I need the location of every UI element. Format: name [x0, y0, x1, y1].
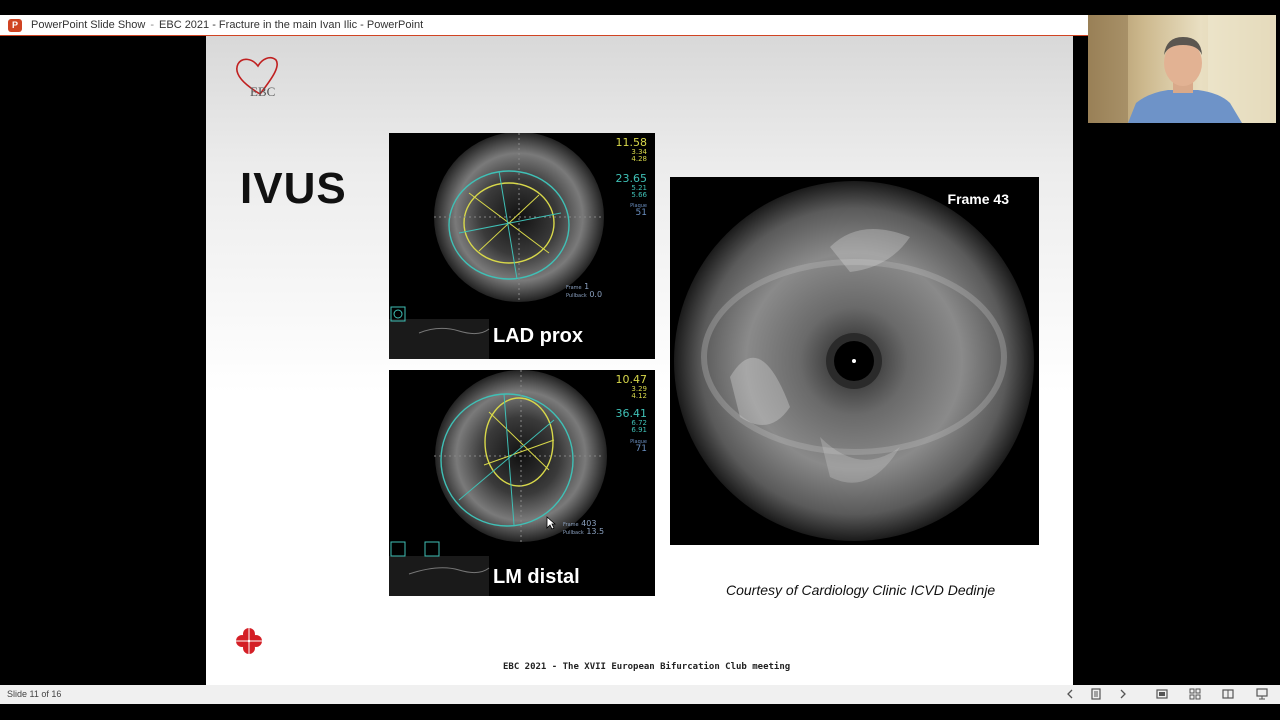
vessel-max-diameter: 5.66 — [631, 190, 647, 199]
plaque-value: 51 — [635, 208, 647, 219]
panel-label-lad-prox: LAD prox — [493, 325, 583, 347]
slide-footer: EBC 2021 - The XVII European Bifurcation… — [503, 662, 791, 672]
courtesy-caption: Courtesy of Cardiology Clinic ICVD Dedin… — [726, 582, 996, 598]
frame-label: Frame — [566, 285, 582, 291]
lumen-max-diameter: 4.12 — [631, 391, 647, 400]
lumen-max-diameter: 4.28 — [631, 154, 647, 163]
ivus-image-large — [674, 181, 1034, 541]
pullback-label: Pullback — [566, 293, 587, 300]
slide-canvas: EBC IVUS 11.58 3.34 4.28 23.65 5.21 5.66… — [206, 36, 1073, 685]
lumen-measurements: 11.58 3.34 4.28 — [616, 137, 648, 163]
normal-view-icon[interactable] — [1155, 687, 1169, 701]
pullback-label: Pullback — [563, 530, 584, 537]
plaque-burden: Plaque 51 — [630, 203, 647, 219]
slide-sorter-icon[interactable] — [1188, 687, 1202, 701]
lumen-area: 11.58 — [615, 136, 648, 149]
pullback-value: 0.0 — [589, 290, 603, 300]
ivus-panel-large: Frame 43 — [670, 177, 1039, 545]
plaque-burden: Plaque 71 — [630, 439, 647, 455]
webcam-video — [1088, 15, 1276, 123]
powerpoint-icon: P — [8, 19, 22, 32]
slide-counter: Slide 11 of 16 — [7, 689, 62, 699]
vessel-max-diameter: 6.91 — [631, 425, 647, 434]
app-name: PowerPoint Slide Show — [31, 19, 146, 31]
notes-icon[interactable] — [1089, 687, 1103, 701]
next-slide-icon[interactable] — [1116, 687, 1130, 701]
frame-info: Frame 1 Pullback 0.0 — [566, 282, 603, 300]
ebc-logo-text: EBC — [250, 84, 275, 99]
frame-label: Frame — [563, 522, 579, 528]
vessel-area: 23.65 — [615, 172, 648, 185]
lumen-area: 10.47 — [615, 373, 648, 386]
window-title: PowerPoint Slide Show - EBC 2021 - Fractur… — [31, 19, 423, 31]
title-separator: - — [150, 19, 155, 31]
pullback-value: 13.5 — [586, 527, 605, 537]
ebc-logo: EBC — [236, 57, 278, 99]
doc-title: EBC 2021 - Fracture in the main Ivan Ili… — [159, 19, 424, 31]
ivus-panel-lad-prox: 11.58 3.34 4.28 23.65 5.21 5.66 Plaque 5… — [389, 133, 655, 359]
frame-info: Frame 403 Pullback 13.5 — [563, 519, 605, 537]
slide-title: IVUS — [240, 164, 347, 213]
ivus-panel-lm-distal: 10.47 3.29 4.12 36.41 6.72 6.91 Plaque 7… — [389, 370, 655, 596]
slide-show-icon[interactable] — [1255, 687, 1269, 701]
ivus-image-lm-distal — [389, 370, 607, 596]
window-titlebar: P PowerPoint Slide Show - EBC 2021 - Fract… — [0, 15, 1088, 36]
ebc-clover-logo — [236, 628, 262, 654]
panel-label-lm-distal: LM distal — [493, 566, 580, 588]
plaque-value: 71 — [635, 444, 647, 455]
vessel-measurements: 23.65 5.21 5.66 — [616, 173, 648, 199]
lumen-measurements: 10.47 3.29 4.12 — [616, 374, 648, 400]
previous-slide-icon[interactable] — [1063, 687, 1077, 701]
vessel-measurements: 36.41 6.72 6.91 — [616, 408, 648, 434]
status-bar: Slide 11 of 16 — [0, 685, 1280, 704]
mouse-cursor-icon — [546, 516, 556, 530]
frame-43-label: Frame 43 — [947, 191, 1009, 207]
reading-view-icon[interactable] — [1221, 687, 1235, 701]
vessel-area: 36.41 — [615, 407, 648, 420]
